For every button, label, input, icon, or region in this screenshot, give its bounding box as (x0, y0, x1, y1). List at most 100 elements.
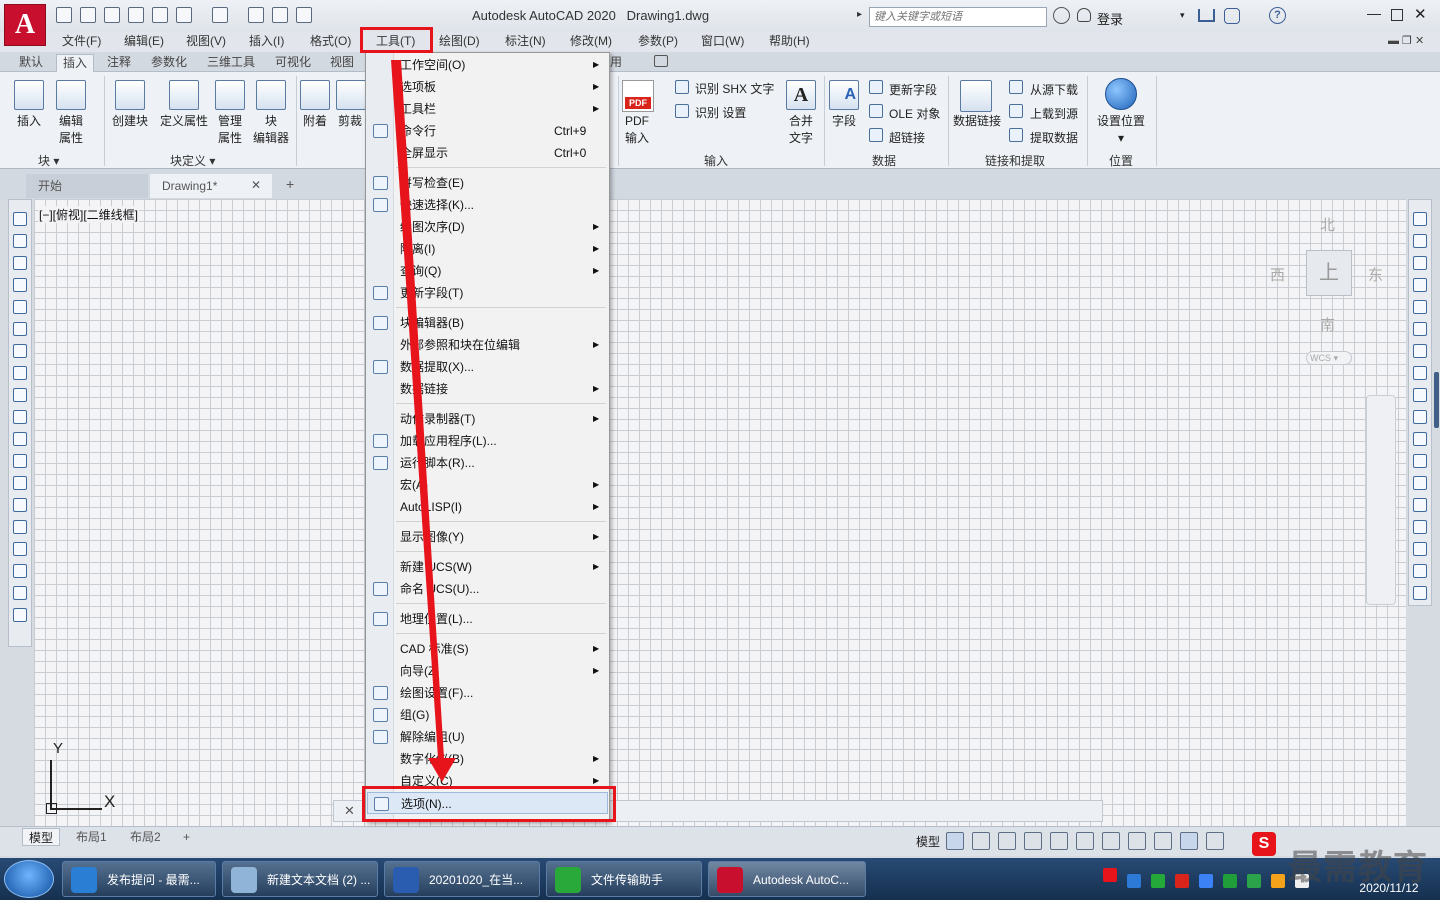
draw-tool-icon-15[interactable] (13, 542, 27, 556)
recognize-shx-button[interactable]: 识别 SHX 文字 (695, 80, 774, 97)
tray-icon-3[interactable] (1175, 874, 1189, 888)
menu-item-3[interactable]: 命令行 Ctrl+9 (367, 120, 608, 142)
draw-tool-icon-12[interactable] (13, 476, 27, 490)
ribbon-left-button-3[interactable]: 定义属性 (158, 113, 210, 130)
modify-tool-icon-5[interactable] (1413, 322, 1427, 336)
menu-item-29[interactable]: 数字化仪(B) ▶ (367, 748, 608, 770)
draw-tool-icon-3[interactable] (13, 278, 27, 292)
menubar-item-8[interactable]: 修改(M) (570, 32, 612, 50)
draw-tool-icon-18[interactable] (13, 608, 27, 622)
menubar-item-9[interactable]: 参数(P) (638, 32, 678, 50)
status-toggle-icon-3[interactable] (1024, 832, 1042, 850)
menubar-item-3[interactable]: 插入(I) (249, 32, 284, 50)
menu-item-1[interactable]: 选项板 ▶ (367, 76, 608, 98)
ribbon-tab-1[interactable]: 插入 (56, 54, 95, 72)
ole-object-button[interactable]: OLE 对象 (889, 105, 940, 122)
status-toggle-icon-8[interactable] (1154, 832, 1172, 850)
user-icon[interactable] (1077, 8, 1091, 22)
tray-icon-5[interactable] (1223, 874, 1237, 888)
status-toggle-icon-5[interactable] (1076, 832, 1094, 850)
hyperlink-icon[interactable] (869, 128, 883, 142)
status-toggle-icon-0[interactable] (946, 832, 964, 850)
model-space-button[interactable]: 模型 (916, 833, 940, 850)
extract-data-button[interactable]: 提取数据 (1030, 129, 1078, 146)
status-toggle-icon-7[interactable] (1128, 832, 1146, 850)
menu-item-2[interactable]: 工具栏 ▶ (367, 98, 608, 120)
draw-tool-icon-11[interactable] (13, 454, 27, 468)
draw-tool-icon-17[interactable] (13, 586, 27, 600)
draw-tool-icon-6[interactable] (13, 344, 27, 358)
status-toggle-icon-9[interactable] (1180, 832, 1198, 850)
cart-icon[interactable] (1198, 9, 1215, 22)
menu-item-26[interactable]: 绘图设置(F)... (367, 682, 608, 704)
menubar-item-2[interactable]: 视图(V) (186, 32, 226, 50)
menu-item-25[interactable]: 向导(Z) ▶ (367, 660, 608, 682)
menu-item-23[interactable]: 地理位置(L)... (367, 608, 608, 630)
group-label-block[interactable]: 块 ▾ (38, 152, 59, 169)
draw-tool-icon-5[interactable] (13, 322, 27, 336)
layout-tab-2[interactable]: 布局2 (124, 828, 167, 846)
menu-item-16[interactable]: 加载应用程序(L)... (367, 430, 608, 452)
modify-tool-icon-3[interactable] (1413, 278, 1427, 292)
ole-object-icon[interactable] (869, 104, 883, 118)
sogou-ime-icon[interactable]: S (1252, 832, 1276, 856)
upload-source-button[interactable]: 上载到源 (1030, 105, 1078, 122)
plot-icon[interactable] (296, 7, 312, 23)
draw-tool-icon-4[interactable] (13, 300, 27, 314)
menu-item-6[interactable]: 快速选择(K)... (367, 194, 608, 216)
modify-tool-icon-13[interactable] (1413, 498, 1427, 512)
globe-icon[interactable] (1105, 78, 1137, 110)
tray-icon-6[interactable] (1247, 874, 1261, 888)
menu-item-0[interactable]: 工作空间(O) ▶ (367, 54, 608, 76)
menu-item-22[interactable]: 命名 UCS(U)... (367, 578, 608, 600)
menu-item-13[interactable]: 数据提取(X)... (367, 356, 608, 378)
viewcube-top-face[interactable]: 上 (1306, 250, 1352, 296)
modify-tool-icon-14[interactable] (1413, 520, 1427, 534)
menu-item-12[interactable]: 外部参照和块在位编辑 ▶ (367, 334, 608, 356)
download-source-button[interactable]: 从源下载 (1030, 81, 1078, 98)
group-label-block-definition[interactable]: 块定义 ▾ (170, 152, 215, 169)
menu-item-24[interactable]: CAD 标准(S) ▶ (367, 638, 608, 660)
taskbar-item-3[interactable]: 文件传输助手 (546, 861, 702, 897)
draw-tool-icon-7[interactable] (13, 366, 27, 380)
command-line-close-icon[interactable]: ✕ (344, 803, 355, 819)
data-link-icon[interactable] (960, 80, 992, 112)
save-as-icon[interactable] (104, 7, 120, 23)
pdf-import-icon[interactable]: PDF (622, 80, 654, 112)
ribbon-left-button-2[interactable]: 创建块 (110, 113, 150, 130)
ribbon-tab-0[interactable]: 默认 (13, 54, 49, 72)
login-dropdown-icon[interactable]: ▾ (1180, 10, 1185, 21)
ribbon-left-icon-1[interactable] (56, 80, 86, 110)
menubar-item-0[interactable]: 文件(F) (62, 32, 101, 50)
search-expand-icon[interactable]: ▸ (857, 9, 862, 20)
modify-tool-icon-1[interactable] (1413, 234, 1427, 248)
viewcube-west[interactable]: 西 (1270, 264, 1285, 285)
menu-item-28[interactable]: 解除编组(U) (367, 726, 608, 748)
publish-icon[interactable] (128, 7, 144, 23)
set-location-button[interactable]: 设置位置 ▾ (1093, 113, 1149, 147)
modify-tool-icon-10[interactable] (1413, 432, 1427, 446)
menubar-item-11[interactable]: 帮助(H) (769, 32, 810, 50)
ribbon-left-button-4[interactable]: 管理 属性 (214, 113, 246, 147)
recognize-settings-icon[interactable] (675, 104, 689, 118)
download-source-icon[interactable] (1009, 80, 1023, 94)
taskbar-item-0[interactable]: 发布提问 - 最需... (62, 861, 216, 897)
tray-icon-1[interactable] (1127, 874, 1141, 888)
doc-window-controls[interactable]: ▬ ❐ ✕ (1388, 34, 1424, 47)
modify-tool-icon-6[interactable] (1413, 344, 1427, 358)
modify-tool-icon-17[interactable] (1413, 586, 1427, 600)
ribbon-tab-4[interactable]: 三维工具 (201, 54, 261, 72)
modify-tool-icon-9[interactable] (1413, 410, 1427, 424)
redo-icon[interactable] (212, 7, 228, 23)
update-field-button[interactable]: 更新字段 (889, 81, 937, 98)
menu-item-4[interactable]: 全屏显示 Ctrl+0 (367, 142, 608, 164)
save-icon[interactable] (80, 7, 96, 23)
layout-tab-0[interactable]: 模型 (22, 828, 61, 846)
ribbon-left-icon-6[interactable] (300, 80, 330, 110)
start-button[interactable] (4, 860, 54, 898)
ribbon-left-button-0[interactable]: 插入 (12, 113, 46, 130)
taskbar-item-1[interactable]: 新建文本文档 (2) ... (222, 861, 378, 897)
merge-text-icon[interactable]: A (786, 80, 816, 110)
menu-item-9[interactable]: 查询(Q) ▶ (367, 260, 608, 282)
taskbar-item-4[interactable]: Autodesk AutoC... (708, 861, 866, 897)
